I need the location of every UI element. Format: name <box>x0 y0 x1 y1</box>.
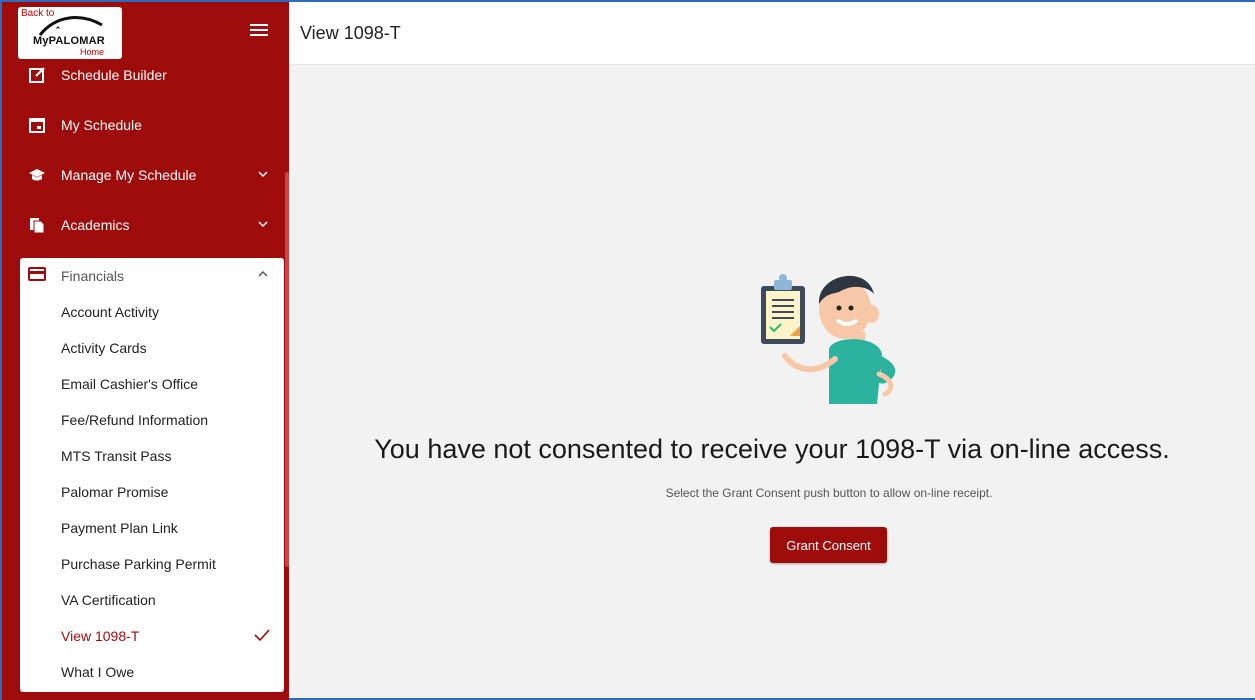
financials-menu: Financials Account Activity Activity Car… <box>20 258 284 692</box>
page-header: View 1098-T <box>289 2 1255 65</box>
sidebar-subitem-fee-refund-information[interactable]: Fee/Refund Information <box>20 402 284 438</box>
logo-brand-text: MyPALOMAR <box>33 35 105 47</box>
chevron-down-icon <box>258 171 268 178</box>
sidebar-subitem-account-activity[interactable]: Account Activity <box>20 294 284 330</box>
logo-home-text: Home <box>80 47 105 57</box>
palomar-logo-icon <box>38 16 103 36</box>
sidebar-subitem-label: Payment Plan Link <box>61 520 178 536</box>
documents-icon <box>30 218 45 234</box>
person-with-clipboard-illustration <box>761 274 896 404</box>
sidebar-subitem-label: Email Cashier's Office <box>61 376 199 392</box>
consent-instruction: Select the Grant Consent push button to … <box>665 486 993 500</box>
checkmark-icon <box>254 629 270 642</box>
sidebar-item-label: Schedule Builder <box>61 67 167 83</box>
chevron-up-icon <box>258 270 268 277</box>
sidebar-subitem-mts-transit-pass[interactable]: MTS Transit Pass <box>20 438 284 474</box>
calendar-icon <box>29 118 45 133</box>
sidebar: Back to MyPALOMAR Home Schedule Builder … <box>2 2 289 700</box>
sidebar-item-academics[interactable]: Academics <box>20 208 284 242</box>
sidebar-subitem-label: Activity Cards <box>61 340 147 356</box>
sidebar-item-label: Manage My Schedule <box>61 167 197 183</box>
sidebar-subitem-palomar-promise[interactable]: Palomar Promise <box>20 474 284 510</box>
credit-card-icon <box>28 267 46 281</box>
sidebar-item-my-schedule[interactable]: My Schedule <box>20 108 284 142</box>
sidebar-item-label: My Schedule <box>61 117 142 133</box>
sidebar-subitem-label: Account Activity <box>61 304 160 320</box>
sidebar-scrollbar[interactable] <box>285 172 289 567</box>
sidebar-subitem-label: What I Owe <box>61 664 135 680</box>
sidebar-subitem-label: Fee/Refund Information <box>61 412 209 428</box>
sidebar-item-label: Financials <box>61 268 125 284</box>
page-title: View 1098-T <box>300 23 401 43</box>
sidebar-subitem-activity-cards[interactable]: Activity Cards <box>20 330 284 366</box>
sidebar-subitem-label: Purchase Parking Permit <box>61 556 216 572</box>
sidebar-subitem-what-i-owe[interactable]: What I Owe <box>20 654 284 690</box>
sidebar-subitem-view-1098-t[interactable]: View 1098-T <box>20 618 284 654</box>
sidebar-subitem-label: MTS Transit Pass <box>61 448 172 464</box>
back-to-mypalomar-home-link[interactable]: Back to MyPALOMAR Home <box>18 7 122 59</box>
sidebar-header: Back to MyPALOMAR Home <box>2 2 289 64</box>
sidebar-subitem-label: Palomar Promise <box>61 484 169 500</box>
consent-message: You have not consented to receive your 1… <box>374 434 1170 464</box>
graduation-cap-icon <box>29 169 45 181</box>
sidebar-item-financials[interactable]: Financials <box>20 258 284 292</box>
hamburger-menu-icon[interactable] <box>250 24 268 38</box>
sidebar-item-manage-my-schedule[interactable]: Manage My Schedule <box>20 158 284 192</box>
sidebar-item-label: Academics <box>61 217 130 233</box>
sidebar-subitem-purchase-parking-permit[interactable]: Purchase Parking Permit <box>20 546 284 582</box>
edit-square-icon <box>29 67 45 83</box>
sidebar-subitem-email-cashiers-office[interactable]: Email Cashier's Office <box>20 366 284 402</box>
sidebar-subitem-va-certification[interactable]: VA Certification <box>20 582 284 618</box>
sidebar-subitem-payment-plan-link[interactable]: Payment Plan Link <box>20 510 284 546</box>
chevron-down-icon <box>258 221 268 228</box>
sidebar-item-schedule-builder[interactable]: Schedule Builder <box>20 58 284 92</box>
sidebar-subitem-label: VA Certification <box>61 592 156 608</box>
grant-consent-button[interactable]: Grant Consent <box>770 527 887 563</box>
sidebar-subitem-label: View 1098-T <box>61 628 140 644</box>
